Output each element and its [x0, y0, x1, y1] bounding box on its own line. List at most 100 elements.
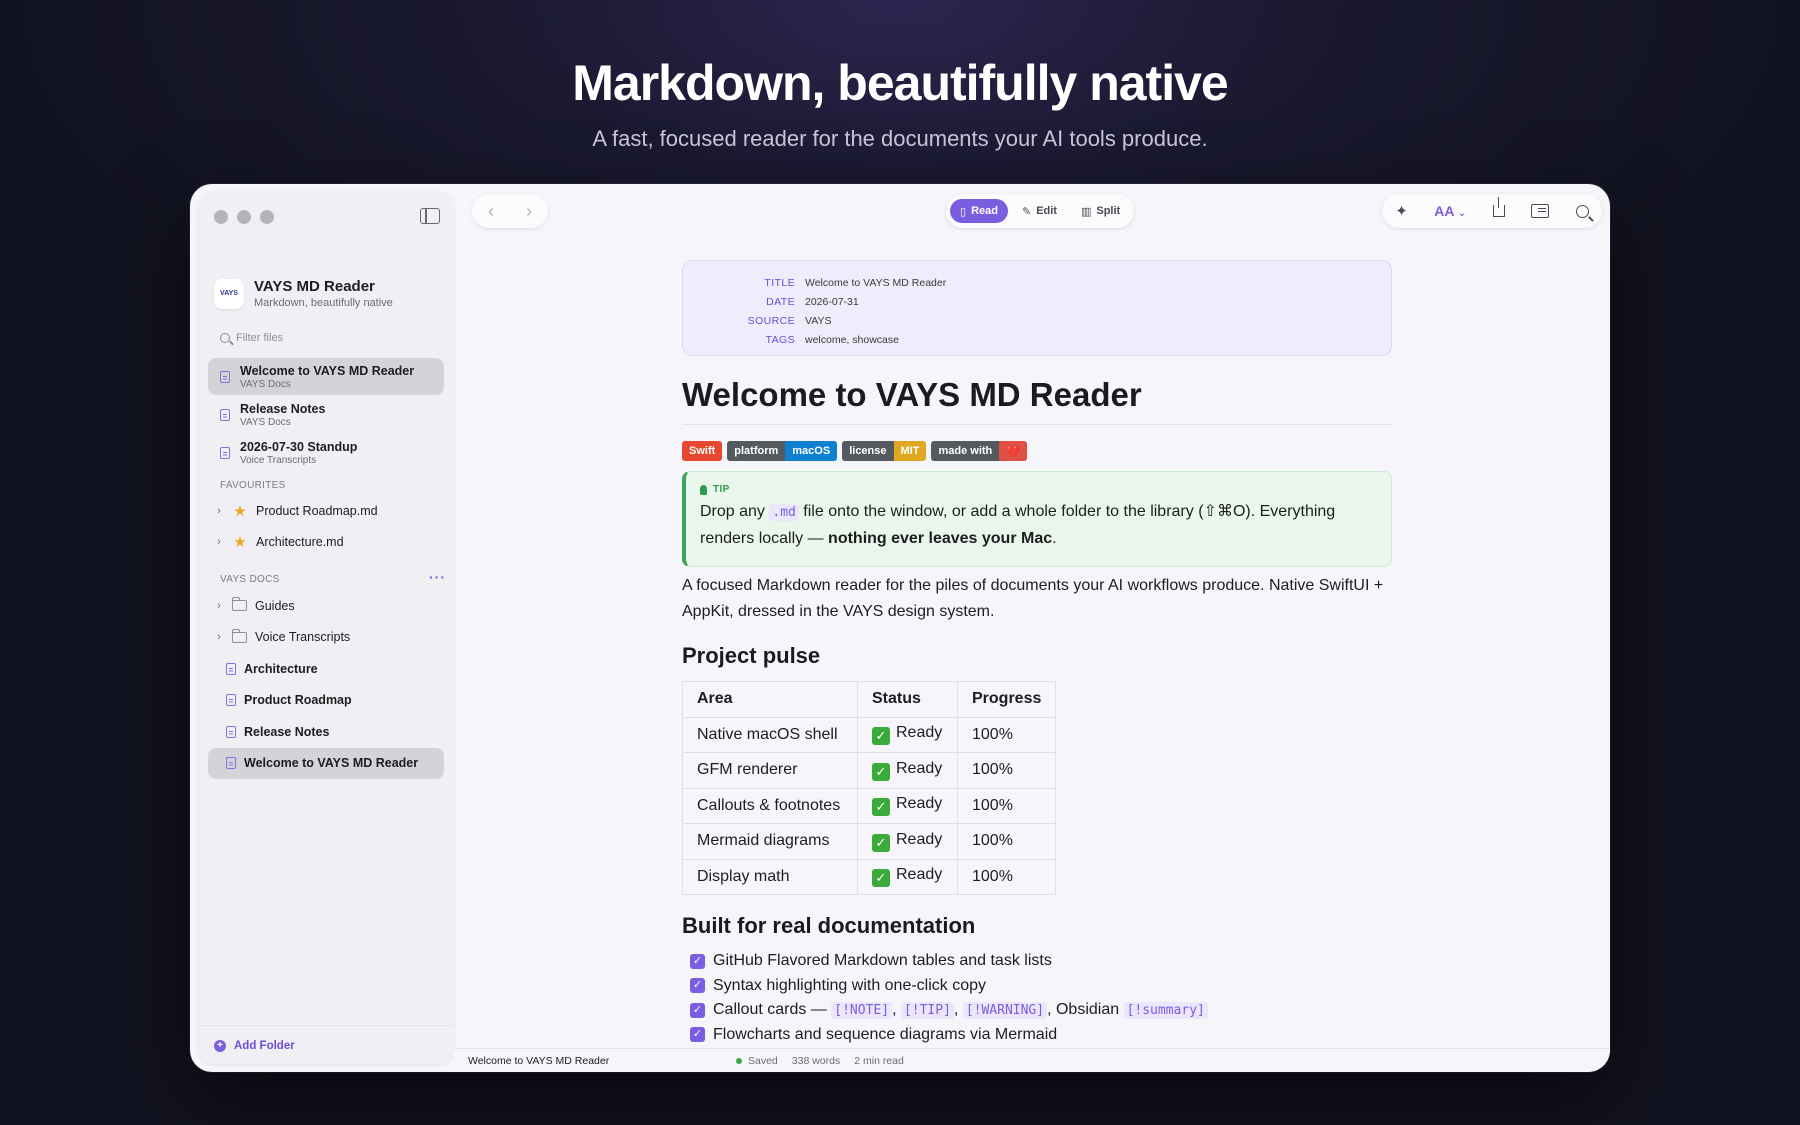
zoom-window-button[interactable]: [260, 210, 274, 224]
file-item[interactable]: Product Roadmap: [208, 685, 444, 717]
recent-file-item[interactable]: 2026-07-30 Standup Voice Transcripts: [208, 434, 444, 471]
document-icon: [226, 694, 236, 707]
recent-files-list: Welcome to VAYS MD Reader VAYS Docs Rele…: [208, 358, 444, 472]
recent-file-title: Welcome to VAYS MD Reader: [240, 363, 415, 378]
favourites-heading: FAVOURITES: [220, 480, 286, 491]
checkbox-checked-icon[interactable]: ✓: [690, 953, 705, 969]
plus-icon: +: [214, 1040, 226, 1052]
meta-value: welcome, showcase: [805, 333, 899, 346]
status-file-name: Welcome to VAYS MD Reader: [468, 1054, 610, 1067]
view-mode-switcher: ▯ Read ✎ Edit ▥ Split: [946, 194, 1135, 228]
task-item: ✓ Callout cards — [!NOTE], [!TIP], [!WAR…: [682, 998, 1392, 1023]
font-size-button[interactable]: AA ⌄: [1434, 203, 1466, 219]
app-name: VAYS MD Reader: [254, 278, 375, 295]
chevron-right-icon[interactable]: ›: [214, 505, 224, 517]
recent-file-item[interactable]: Welcome to VAYS MD Reader VAYS Docs: [208, 358, 444, 395]
chevron-right-icon[interactable]: ›: [214, 631, 224, 643]
table-cell: 100%: [956, 823, 1057, 860]
table-cell: GFM renderer: [682, 752, 858, 789]
divider: [198, 1025, 454, 1026]
sparkles-icon[interactable]: ✦: [1395, 202, 1408, 220]
table-header-row: Area Status Progress: [682, 681, 1057, 718]
window-controls: [214, 210, 274, 224]
task-list: ✓ GitHub Flavored Markdown tables and ta…: [682, 949, 1392, 1047]
task-item: ✓ GitHub Flavored Markdown tables and ta…: [682, 949, 1392, 974]
section-heading-built: Built for real documentation: [682, 913, 976, 938]
tip-text: Drop any .md file onto the window, or ad…: [700, 499, 1375, 552]
intro-paragraph: A focused Markdown reader for the piles …: [682, 577, 1384, 620]
frontmatter-card: TITLE Welcome to VAYS MD Reader DATE 2026-…: [682, 260, 1392, 356]
lightbulb-icon: [700, 484, 707, 495]
share-icon[interactable]: [1492, 197, 1505, 217]
filter-placeholder: Filter files: [236, 332, 284, 344]
back-icon[interactable]: ‹: [488, 201, 494, 222]
document-icon: [226, 725, 236, 738]
meta-value: VAYS: [805, 314, 832, 327]
table-row: Display math ✓ Ready 100%: [682, 858, 1057, 895]
table-cell: ✓ Ready: [857, 823, 958, 860]
swift-badge: Swift: [682, 441, 723, 461]
favourite-label: Architecture.md: [256, 535, 344, 550]
badges-row: Swift platform macOS license MIT made with…: [682, 441, 1392, 461]
favourite-item[interactable]: › ★ Product Roadmap.md: [208, 495, 444, 527]
document-icon: [220, 408, 230, 421]
check-icon: ✓: [872, 762, 890, 781]
hero-title: Markdown, beautifully native: [572, 55, 1228, 111]
file-item[interactable]: Architecture: [208, 653, 444, 685]
chevron-right-icon[interactable]: ›: [214, 600, 224, 612]
status-text: Ready: [896, 724, 943, 742]
table-of-contents-icon[interactable]: [1531, 204, 1550, 218]
tab-split[interactable]: ▥ Split: [1071, 199, 1130, 223]
folder-item[interactable]: › Guides: [208, 590, 444, 622]
sidebar-toggle-icon[interactable]: [420, 208, 440, 224]
sidebar: VAYS VAYS MD Reader Markdown, beautifull…: [198, 192, 454, 1064]
tab-read[interactable]: ▯ Read: [950, 199, 1008, 223]
recent-file-item[interactable]: Release Notes VAYS Docs: [208, 396, 444, 433]
folder-item[interactable]: › Voice Transcripts: [208, 622, 444, 654]
badge-value: Swift: [682, 441, 723, 461]
inline-code: .md: [769, 504, 799, 521]
table-row: Native macOS shell ✓ Ready 100%: [682, 716, 1057, 753]
task-item: ✓ Flowcharts and sequence diagrams via M…: [682, 1023, 1392, 1048]
file-item[interactable]: Release Notes: [208, 716, 444, 748]
badge-value: MIT: [893, 441, 927, 461]
recent-file-title: 2026-07-30 Standup: [240, 439, 358, 454]
table-cell: ✓ Ready: [857, 716, 958, 753]
check-icon: ✓: [872, 727, 890, 746]
add-folder-button[interactable]: + Add Folder: [214, 1040, 295, 1052]
table-cell: Callouts & footnotes: [682, 787, 858, 824]
status-text: Ready: [896, 830, 943, 848]
more-options-icon[interactable]: ···: [429, 569, 446, 585]
tab-edit[interactable]: ✎ Edit: [1012, 199, 1067, 223]
recent-file-title: Release Notes: [240, 401, 326, 416]
table-row: GFM renderer ✓ Ready 100%: [682, 752, 1057, 789]
task-item: ✓ Syntax highlighting with one-click cop…: [682, 974, 1392, 999]
book-icon: ▯: [960, 205, 967, 218]
tip-label-text: TIP: [713, 484, 730, 495]
filter-files-input[interactable]: Filter files: [214, 326, 438, 350]
column-header: Area: [682, 681, 858, 718]
checkbox-checked-icon[interactable]: ✓: [690, 1027, 705, 1043]
checkbox-checked-icon[interactable]: ✓: [690, 978, 705, 994]
font-size-label: AA: [1434, 203, 1454, 219]
file-item[interactable]: Welcome to VAYS MD Reader: [208, 747, 444, 779]
checkbox-checked-icon[interactable]: ✓: [690, 1002, 705, 1018]
inline-code: [!TIP]: [900, 1002, 954, 1020]
forward-icon[interactable]: ›: [526, 201, 532, 222]
table-cell: ✓ Ready: [857, 858, 958, 895]
app-logo: VAYS: [214, 278, 244, 309]
check-icon: ✓: [872, 798, 890, 817]
inline-code: [!summary]: [1123, 1002, 1208, 1020]
navigation-controls: ‹ ›: [472, 194, 548, 228]
chevron-right-icon[interactable]: ›: [214, 536, 224, 548]
favourite-item[interactable]: › ★ Architecture.md: [208, 527, 444, 559]
inline-code: [!NOTE]: [831, 1002, 893, 1020]
minimize-window-button[interactable]: [237, 210, 251, 224]
close-window-button[interactable]: [214, 210, 228, 224]
search-icon[interactable]: [1575, 204, 1589, 218]
recent-file-source: VAYS Docs: [240, 416, 291, 428]
badge-key: made with: [931, 441, 1000, 461]
tip-callout: TIP Drop any .md file onto the window, o…: [682, 471, 1392, 567]
chevron-down-icon: ⌄: [1457, 208, 1467, 219]
hero-subtitle: A fast, focused reader for the documents…: [592, 126, 1208, 151]
